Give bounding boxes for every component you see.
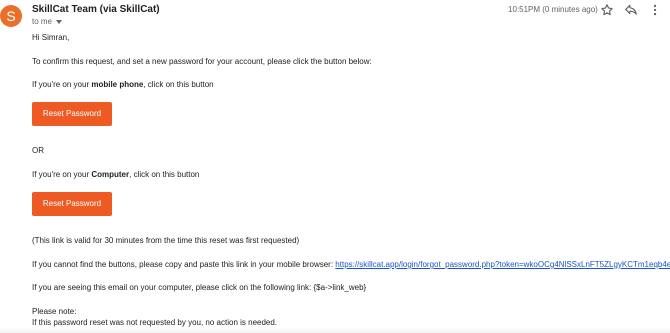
mobile-bold: mobile phone (91, 80, 144, 89)
validity-text: (This link is valid for 30 minutes from … (32, 236, 300, 245)
computer-note: If you are seeing this email on your com… (32, 283, 367, 292)
mobile-prefix: If you're on your (32, 80, 92, 89)
sender-avatar[interactable]: S (0, 5, 22, 27)
copy-link-instruction: If you cannot find the buttons, please c… (32, 260, 670, 270)
email-header: S SkillCat Team (via SkillCat) to me 10:… (0, 0, 670, 30)
computer-bold: Computer (91, 170, 130, 179)
recipient-toggle[interactable]: to me (32, 17, 63, 26)
computer-prefix: If you're on your (32, 170, 92, 179)
computer-instruction: If you're on your Computer, click on thi… (32, 170, 199, 180)
timestamp: 10:51PM (0 minutes ago) (508, 5, 598, 14)
mobile-suffix: , click on this button (143, 80, 214, 89)
more-vert-icon[interactable] (648, 3, 662, 17)
reset-password-computer-button[interactable]: Reset Password (32, 192, 112, 216)
reply-icon[interactable] (624, 3, 638, 17)
recipient-label: to me (32, 17, 53, 26)
or-text: OR (32, 146, 44, 155)
copy-prefix: If you cannot find the buttons, please c… (32, 260, 336, 269)
reset-link[interactable]: https://skillcat.app/login/forgot_passwo… (335, 260, 670, 269)
reset-password-mobile-button[interactable]: Reset Password (32, 102, 112, 126)
sender-name: SkillCat Team (via SkillCat) (32, 4, 160, 15)
chevron-down-icon[interactable] (56, 19, 63, 24)
computer-suffix: , click on this button (129, 170, 200, 179)
greeting: Hi Simran, (32, 33, 70, 42)
star-icon[interactable] (600, 3, 614, 17)
intro-text: To confirm this request, and set a new p… (32, 57, 372, 66)
note-title: Please note: (32, 307, 77, 316)
mobile-instruction: If you're on your mobile phone, click on… (32, 80, 214, 90)
bottom-divider (0, 327, 670, 333)
